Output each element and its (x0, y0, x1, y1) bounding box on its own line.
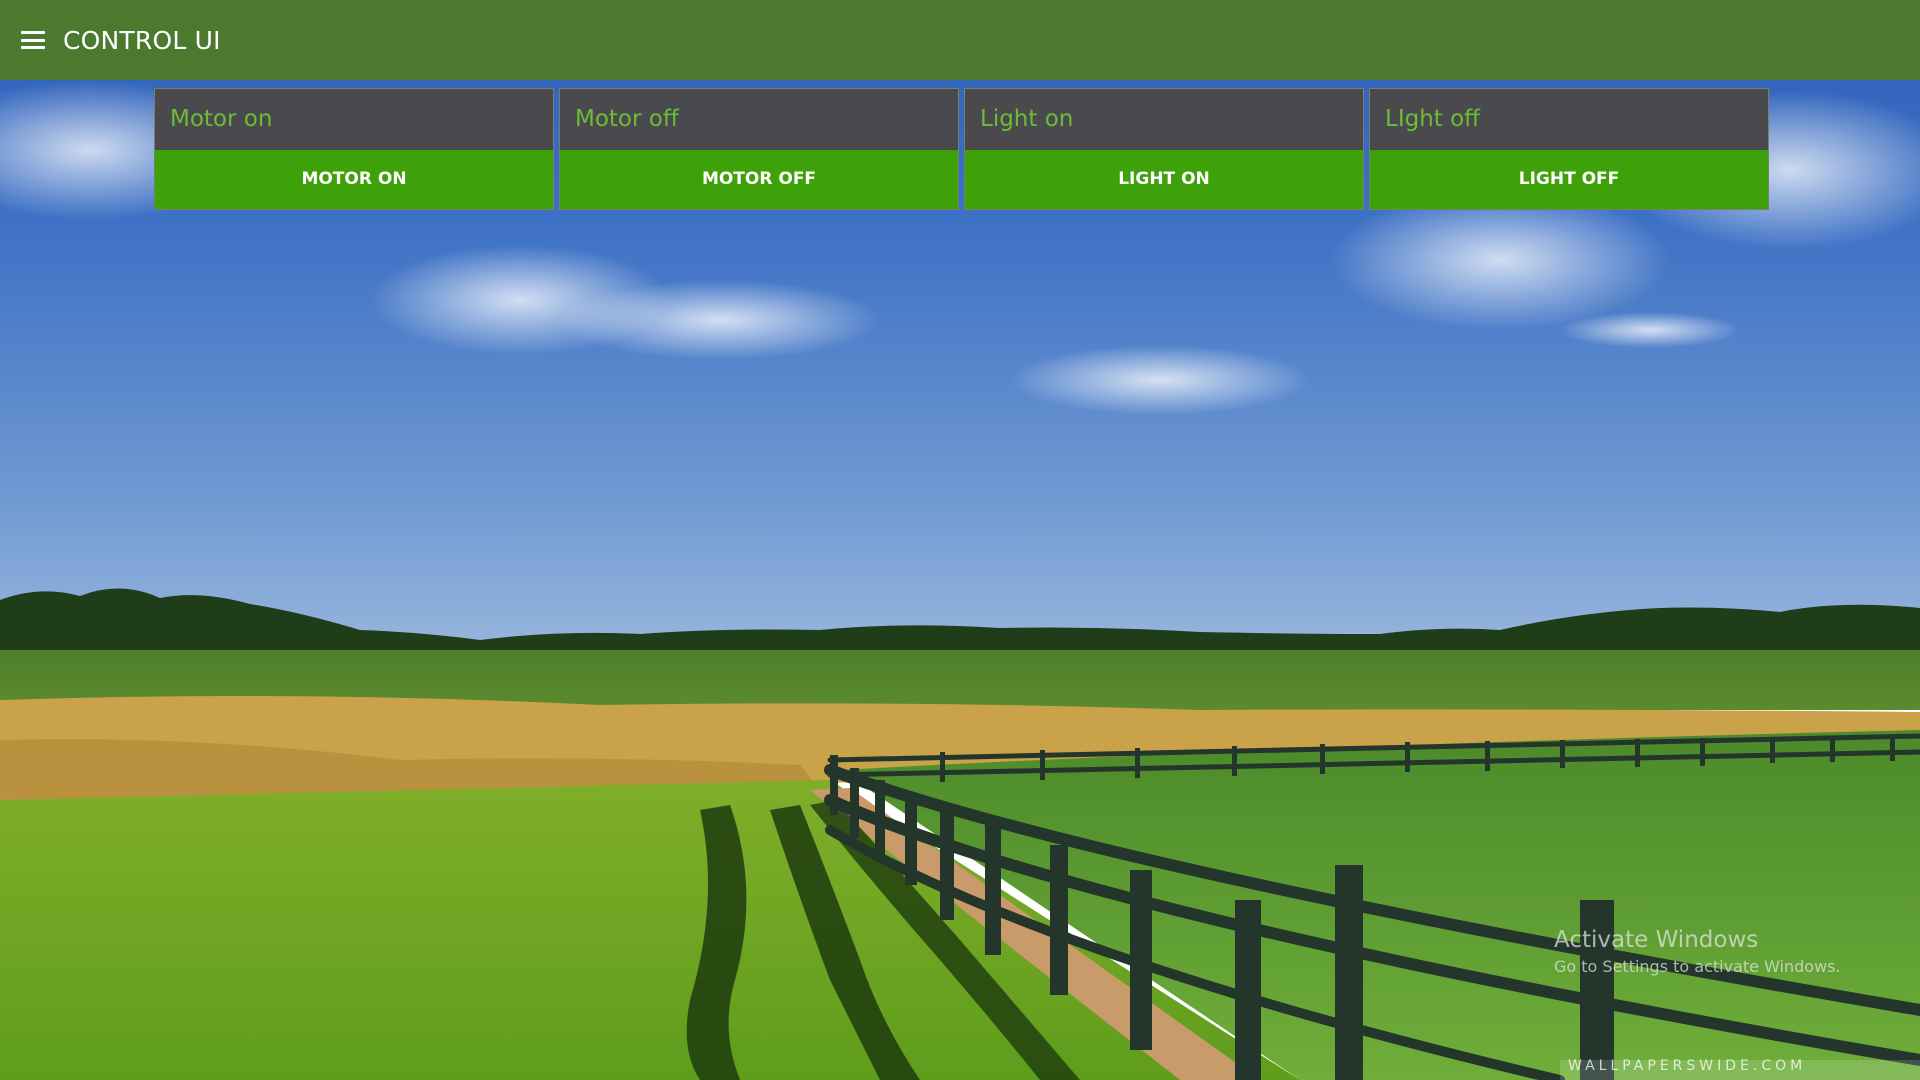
light-off-button[interactable]: LIGHT OFF (1370, 150, 1768, 209)
activate-windows-subtitle: Go to Settings to activate Windows. (1554, 957, 1841, 976)
app-header: CONTROL UI (0, 0, 1920, 80)
motor-on-card: Motor on MOTOR ON (154, 88, 554, 210)
light-off-card: LIght off LIGHT OFF (1369, 88, 1769, 210)
activate-windows-watermark: Activate Windows Go to Settings to activ… (1554, 924, 1841, 978)
light-on-button[interactable]: LIGHT ON (965, 150, 1363, 209)
activate-windows-title: Activate Windows (1554, 927, 1759, 953)
light-on-field[interactable]: Light on (965, 89, 1363, 150)
control-cards: Motor on MOTOR ON Motor off MOTOR OFF Li… (154, 88, 1770, 210)
motor-on-field[interactable]: Motor on (155, 89, 553, 150)
motor-off-button[interactable]: MOTOR OFF (560, 150, 958, 209)
app-title: CONTROL UI (63, 25, 221, 55)
light-on-card: Light on LIGHT ON (964, 88, 1364, 210)
control-ui-window: CONTROL UI Motor on MOTOR ON Motor off M… (0, 0, 1920, 1080)
menu-icon-line (21, 38, 45, 42)
hamburger-menu-icon[interactable] (21, 28, 49, 52)
motor-off-card: Motor off MOTOR OFF (559, 88, 959, 210)
motor-off-field[interactable]: Motor off (560, 89, 958, 150)
motor-on-button[interactable]: MOTOR ON (155, 150, 553, 209)
wallpaper-site-watermark: WALLPAPERSWIDE.COM (1568, 1058, 1807, 1074)
menu-icon-line (21, 31, 45, 34)
menu-icon-line (21, 46, 45, 49)
light-off-field[interactable]: LIght off (1370, 89, 1768, 150)
